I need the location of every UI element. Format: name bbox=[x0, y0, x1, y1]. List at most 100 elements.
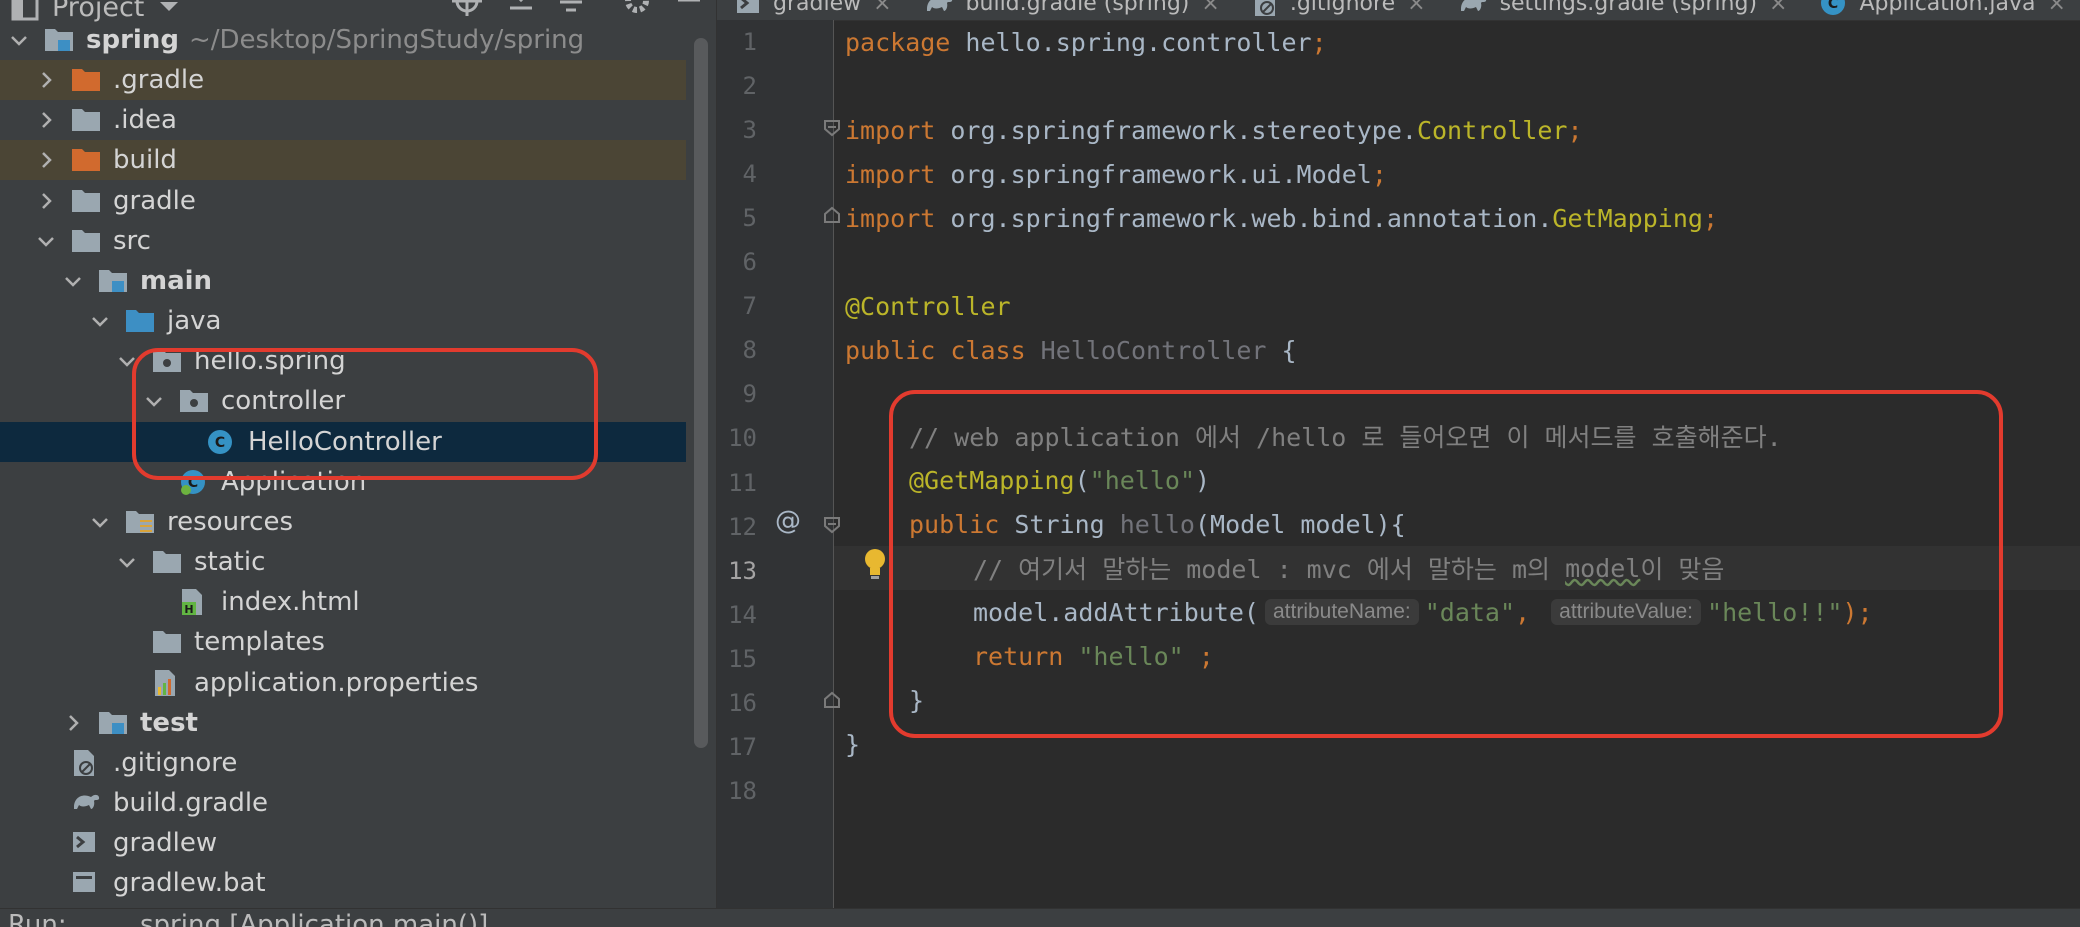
tree-item-label: Application bbox=[221, 467, 366, 497]
tree-item[interactable]: application.properties bbox=[0, 663, 686, 703]
tree-item[interactable]: gradle bbox=[0, 181, 686, 221]
fold-marker-icon[interactable] bbox=[823, 119, 841, 137]
properties-file-icon bbox=[152, 669, 182, 697]
locate-target-icon[interactable] bbox=[452, 0, 482, 16]
tree-item[interactable]: java bbox=[0, 301, 686, 341]
close-icon[interactable]: × bbox=[2048, 0, 2066, 16]
editor-tab[interactable]: .gitignore × bbox=[1234, 0, 1440, 20]
editor-tab-bar: gradlew×build.gradle (spring)×.gitignore… bbox=[717, 0, 2080, 21]
paren-token: ); bbox=[1842, 598, 1872, 627]
gitignore-file-icon bbox=[1252, 0, 1278, 17]
fold-marker-icon[interactable] bbox=[823, 691, 841, 709]
tree-item[interactable]: .gitignore bbox=[0, 743, 686, 783]
code-line-8[interactable]: public class HelloController { bbox=[845, 328, 1297, 372]
code-line-10[interactable]: // web application 에서 /hello 로 들어오면 이 메서… bbox=[909, 414, 1782, 458]
code-line-7[interactable]: @Controller bbox=[845, 284, 1011, 328]
chevron-right-icon[interactable] bbox=[35, 69, 57, 91]
class-reference: GetMapping bbox=[1552, 204, 1703, 233]
chevron-down-icon[interactable] bbox=[89, 310, 111, 332]
excluded-folder-icon bbox=[71, 66, 101, 94]
tree-item[interactable]: CHelloController bbox=[0, 422, 686, 462]
editor-tab[interactable]: CApplication.java× bbox=[1801, 0, 2079, 20]
tree-item[interactable]: build.gradle bbox=[0, 783, 686, 823]
code-line-13[interactable]: // 여기서 말하는 model : mvc 에서 말하는 m의 model이 … bbox=[973, 546, 1724, 590]
editor-tab-label: .gitignore bbox=[1290, 0, 1395, 16]
tree-item[interactable]: spring~/Desktop/SpringStudy/spring bbox=[0, 20, 686, 60]
tree-item[interactable]: templates bbox=[0, 622, 686, 662]
import-path: org.springframework.ui.Model bbox=[935, 160, 1372, 189]
tree-item-label: spring bbox=[86, 25, 179, 55]
tree-item[interactable]: main bbox=[0, 261, 686, 301]
tree-item[interactable]: .gradle bbox=[0, 60, 686, 100]
code-line-15[interactable]: return "hello" ; bbox=[973, 634, 1214, 678]
chevron-down-icon[interactable] bbox=[116, 551, 138, 573]
code-line-4[interactable]: import org.springframework.ui.Model; bbox=[845, 152, 1387, 196]
gear-icon[interactable] bbox=[622, 0, 652, 16]
tree-item[interactable]: test bbox=[0, 703, 686, 743]
editor-tab[interactable]: build.gradle (spring)× bbox=[906, 0, 1234, 20]
code-line-12[interactable]: public String hello(Model model){ bbox=[909, 502, 1406, 546]
close-icon[interactable]: × bbox=[1201, 0, 1219, 16]
tree-item[interactable]: CApplication bbox=[0, 462, 686, 502]
tree-item[interactable]: build bbox=[0, 140, 686, 180]
tree-item-label: .gitignore bbox=[113, 748, 237, 778]
chevron-down-icon[interactable] bbox=[143, 390, 165, 412]
tree-item-label: templates bbox=[194, 627, 325, 657]
line-number: 4 bbox=[717, 160, 757, 188]
code-line-16[interactable]: } bbox=[909, 678, 924, 722]
line-number: 8 bbox=[717, 336, 757, 364]
line-number: 10 bbox=[717, 424, 757, 452]
close-icon[interactable]: × bbox=[1769, 0, 1787, 16]
tree-item[interactable]: Hindex.html bbox=[0, 582, 686, 622]
chevron-down-icon[interactable] bbox=[35, 230, 57, 252]
editor-tab-label: settings.gradle (spring) bbox=[1500, 0, 1757, 16]
paren-token: ) bbox=[1195, 466, 1210, 495]
lightbulb-icon[interactable] bbox=[861, 546, 889, 582]
typo-highlight: model bbox=[1565, 554, 1640, 583]
chevron-right-icon[interactable] bbox=[35, 149, 57, 171]
chevron-down-icon[interactable] bbox=[158, 0, 180, 14]
editor-tab[interactable]: gradlew× bbox=[717, 0, 906, 20]
tree-item[interactable]: static bbox=[0, 542, 686, 582]
tree-item-label: resources bbox=[167, 507, 293, 537]
chevron-down-icon[interactable] bbox=[116, 350, 138, 372]
package-icon bbox=[152, 347, 182, 375]
fold-marker-icon[interactable] bbox=[823, 206, 841, 224]
chevron-right-icon[interactable] bbox=[35, 190, 57, 212]
chevron-down-icon[interactable] bbox=[8, 29, 30, 51]
run-label[interactable]: Run: bbox=[8, 910, 67, 927]
override-method-marker[interactable]: @ bbox=[775, 506, 801, 536]
tree-item[interactable]: hello.spring bbox=[0, 341, 686, 381]
tree-item[interactable]: resources bbox=[0, 502, 686, 542]
tree-item[interactable]: controller bbox=[0, 381, 686, 421]
editor-tab[interactable]: settings.gradle (spring) × bbox=[1440, 0, 1802, 20]
minimize-icon[interactable] bbox=[674, 0, 704, 16]
code-line-11[interactable]: @GetMapping("hello") bbox=[909, 458, 1210, 502]
source-folder-icon bbox=[125, 307, 155, 335]
tree-item[interactable]: gradlew bbox=[0, 823, 686, 863]
tree-item[interactable]: gradlew.bat bbox=[0, 863, 686, 903]
chevron-right-icon[interactable] bbox=[35, 109, 57, 131]
project-view-icon[interactable] bbox=[10, 0, 40, 22]
fold-marker-icon[interactable] bbox=[823, 516, 841, 534]
close-icon[interactable]: × bbox=[873, 0, 891, 16]
code-line-14[interactable]: model.addAttribute(attributeName:"data",… bbox=[973, 590, 1873, 634]
tree-item-label: controller bbox=[221, 386, 345, 416]
expand-all-icon[interactable] bbox=[506, 0, 536, 16]
chevron-right-icon[interactable] bbox=[62, 712, 84, 734]
code-line-1[interactable]: package hello.spring.controller; bbox=[845, 20, 1327, 64]
code-line-17[interactable]: } bbox=[845, 722, 860, 766]
chevron-down-icon[interactable] bbox=[62, 270, 84, 292]
package-icon bbox=[179, 387, 209, 415]
tree-item-label: gradlew bbox=[113, 828, 217, 858]
tree-item[interactable]: .idea bbox=[0, 100, 686, 140]
tree-item[interactable]: src bbox=[0, 221, 686, 261]
import-path: org.springframework.web.bind.annotation. bbox=[935, 204, 1552, 233]
run-config-tab[interactable]: spring [Application.main()] bbox=[140, 910, 488, 927]
code-line-3[interactable]: import org.springframework.stereotype.Co… bbox=[845, 108, 1583, 152]
chevron-down-icon[interactable] bbox=[89, 511, 111, 533]
collapse-all-icon[interactable] bbox=[556, 0, 586, 16]
close-icon[interactable]: × bbox=[1407, 0, 1425, 16]
code-line-5[interactable]: import org.springframework.web.bind.anno… bbox=[845, 196, 1718, 240]
tree-scrollbar[interactable] bbox=[694, 38, 708, 748]
